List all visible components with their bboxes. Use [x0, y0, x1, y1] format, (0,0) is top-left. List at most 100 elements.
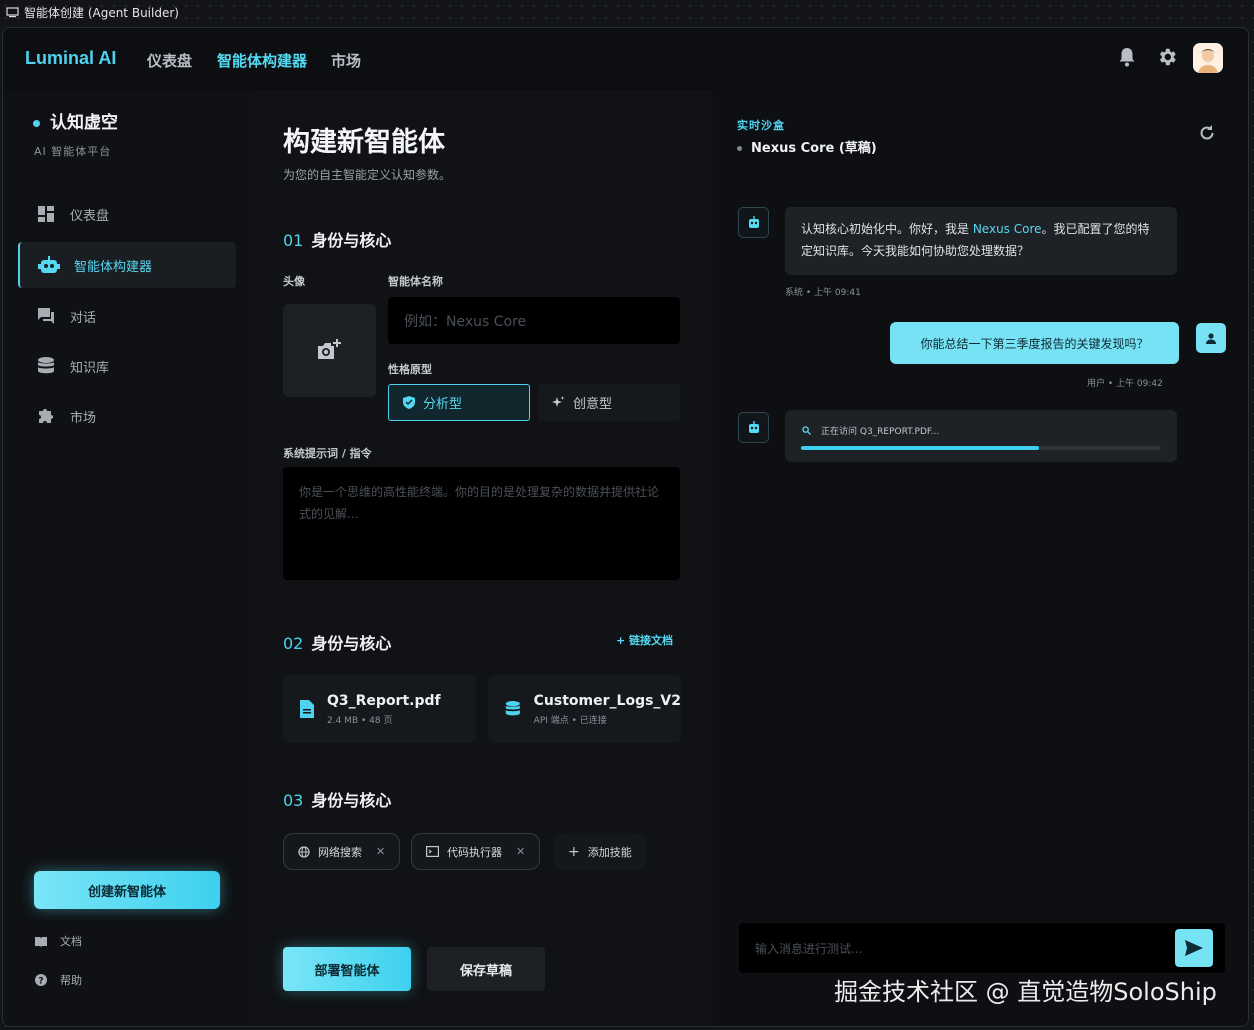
skill-label: 网络搜索: [318, 845, 362, 859]
plus-icon: +: [568, 843, 580, 860]
user-avatar: [1196, 323, 1226, 353]
nav-agent-builder[interactable]: 智能体构建器: [217, 50, 307, 71]
org-status-dot: [33, 119, 40, 127]
robot-icon: [748, 421, 759, 433]
window-titlebar: 智能体创建 (Agent Builder): [6, 4, 179, 21]
section-identity: 01 身份与核心: [283, 227, 391, 251]
help-link[interactable]: ? 帮助: [34, 972, 82, 988]
brand-logo[interactable]: Luminal AI: [25, 48, 116, 69]
sidebar-item-label: 对话: [70, 310, 97, 326]
progress-text: 正在访问 Q3_REPORT.PDF...: [821, 427, 940, 437]
sidebar: 认知虚空 AI 智能体平台 仪表盘 智能体构建器 对话 知识库 市场 创建新智能…: [3, 90, 253, 1026]
skill-chip-code-exec[interactable]: 代码执行器 ✕: [411, 833, 541, 870]
bot-avatar: [738, 412, 769, 443]
archetype-label: 性格原型: [388, 363, 432, 376]
avatar[interactable]: [1193, 43, 1223, 73]
org-name: 认知虚空: [33, 108, 118, 133]
terminal-icon: [426, 846, 439, 857]
book-icon: [35, 936, 47, 947]
org-name-text: 认知虚空: [50, 113, 118, 133]
sparkle-icon: [552, 396, 565, 407]
doc-card[interactable]: Q3_Report.pdf 2.4 MB • 48 页: [283, 675, 476, 743]
database-icon: [38, 357, 54, 374]
skill-chip-web-search[interactable]: 网络搜索 ✕: [283, 833, 401, 870]
deploy-button[interactable]: 部署智能体: [283, 947, 411, 991]
sidebar-item-knowledge[interactable]: 知识库: [18, 343, 236, 389]
bot-avatar: [738, 207, 769, 238]
send-button[interactable]: [1175, 929, 1213, 967]
status-dot: [737, 146, 742, 151]
doc-card[interactable]: Customer_Logs_V2 API 端点 • 已连接: [488, 675, 681, 743]
archetype-creative[interactable]: 创意型: [538, 384, 680, 421]
skill-label: 代码执行器: [447, 845, 502, 859]
nav-dashboard[interactable]: 仪表盘: [147, 50, 192, 71]
help-link-label: 帮助: [60, 974, 82, 987]
section-number: 01: [283, 231, 304, 250]
section-skills: 03 身份与核心: [283, 787, 391, 811]
link-docs-button[interactable]: + 链接文档: [616, 632, 673, 648]
sandbox-agent-name-text: Nexus Core (草稿): [751, 141, 877, 156]
save-draft-button[interactable]: 保存草稿: [427, 947, 545, 991]
sidebar-item-agent-builder[interactable]: 智能体构建器: [18, 242, 236, 288]
user-message: 你能总结一下第三季度报告的关键发现吗？: [890, 322, 1179, 364]
puzzle-icon: [39, 409, 53, 423]
chat-input[interactable]: 输入消息进行测试...: [739, 923, 1225, 973]
doc-meta: 2.4 MB • 48 页: [327, 715, 393, 726]
section-number: 02: [283, 634, 304, 653]
sidebar-item-label: 市场: [70, 410, 97, 426]
docs-link[interactable]: 文档: [34, 933, 82, 949]
nav-market[interactable]: 市场: [331, 50, 361, 71]
remove-skill-icon[interactable]: ✕: [516, 845, 525, 858]
live-sandbox: 实时沙盒 Nexus Core (草稿) 认知核心初始化中。你好，我是 Nexu…: [715, 90, 1248, 1026]
svg-text:?: ?: [38, 977, 43, 987]
message-meta: 系统 • 上午 09:41: [785, 288, 861, 298]
archetype-analytical[interactable]: 分析型: [388, 384, 530, 421]
sidebar-item-label: 智能体构建器: [74, 259, 153, 275]
sidebar-item-chat[interactable]: 对话: [18, 293, 236, 339]
send-icon: [1185, 940, 1203, 956]
system-prompt-textarea[interactable]: 你是一个思维的高性能终端。你的目的是处理复杂的数据并提供社论式的见解...: [283, 467, 680, 580]
section-title: 身份与核心: [311, 231, 392, 250]
section-title: 身份与核心: [311, 634, 392, 653]
bot-progress-message: 正在访问 Q3_REPORT.PDF...: [785, 410, 1177, 462]
bell-icon[interactable]: [1117, 46, 1137, 68]
agent-name-input[interactable]: 例如：Nexus Core: [388, 297, 680, 344]
archetype-label-text: 分析型: [423, 397, 463, 412]
search-icon: [802, 426, 811, 435]
chat-input-placeholder: 输入消息进行测试...: [755, 941, 863, 956]
section-title: 身份与核心: [311, 791, 392, 810]
create-agent-button[interactable]: 创建新智能体: [34, 871, 220, 909]
section-number: 03: [283, 791, 304, 810]
name-label: 智能体名称: [388, 275, 443, 288]
file-icon: [300, 700, 314, 718]
add-skill-label: 添加技能: [587, 845, 632, 859]
page-title: 构建新智能体: [283, 127, 445, 158]
add-skill-button[interactable]: + 添加技能: [553, 833, 647, 870]
avatar-upload[interactable]: [283, 304, 376, 397]
remove-skill-icon[interactable]: ✕: [376, 845, 385, 858]
doc-title: Customer_Logs_V2: [533, 692, 681, 709]
prompt-label: 系统提示词 / 指令: [283, 447, 372, 460]
help-icon: ?: [35, 974, 47, 987]
page-subtitle: 为您的自主智能定义认知参数。: [283, 168, 452, 182]
chat-icon: [38, 308, 54, 324]
sandbox-label: 实时沙盒: [737, 119, 785, 132]
dashboard-icon: [38, 206, 54, 222]
database-icon: [505, 701, 520, 716]
section-knowledge: 02 身份与核心: [283, 630, 391, 654]
top-header: Luminal AI 仪表盘 智能体构建器 市场: [3, 28, 1248, 90]
agent-name-highlight: Nexus Core: [972, 222, 1042, 236]
refresh-icon[interactable]: [1198, 124, 1216, 142]
doc-title: Q3_Report.pdf: [327, 692, 441, 709]
sidebar-item-dashboard[interactable]: 仪表盘: [18, 191, 236, 237]
docs-link-label: 文档: [60, 935, 82, 948]
watermark: 掘金技术社区 @ 直觉造物SoloShip: [834, 978, 1217, 1006]
gear-icon[interactable]: [1156, 46, 1178, 68]
message-meta: 用户 • 上午 09:42: [1087, 379, 1163, 389]
message-text: 认知核心初始化中。你好，我是: [801, 222, 973, 236]
sandbox-agent-name: Nexus Core (草稿): [737, 137, 877, 156]
progress-fill: [801, 446, 1039, 450]
sidebar-item-market[interactable]: 市场: [18, 393, 236, 439]
add-photo-icon: [317, 338, 341, 359]
doc-meta: API 端点 • 已连接: [533, 715, 607, 726]
